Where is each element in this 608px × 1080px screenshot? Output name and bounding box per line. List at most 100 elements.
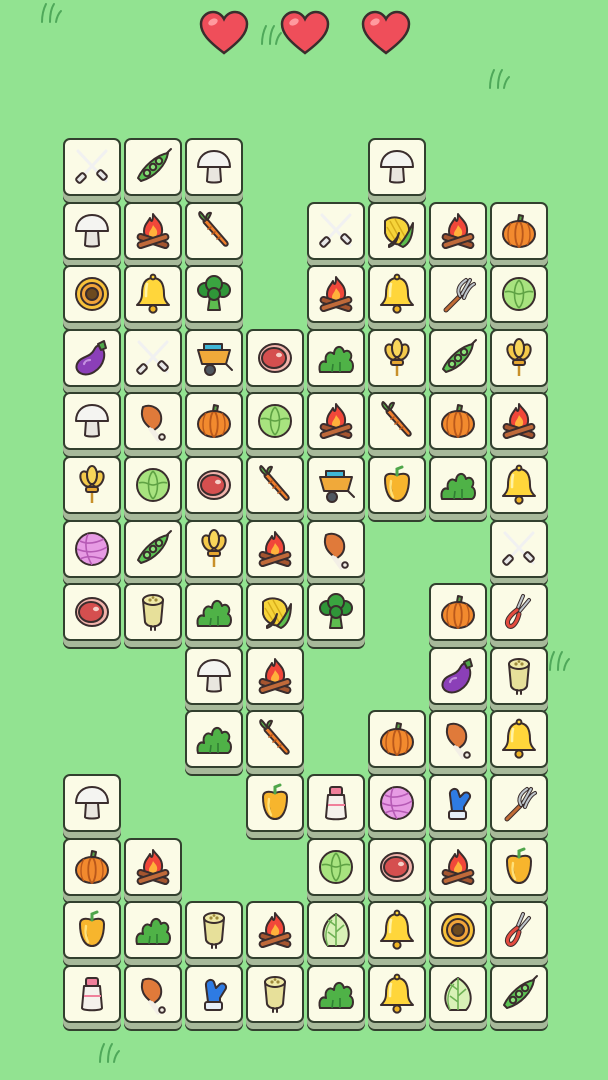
tile-chicken-leg[interactable] [124, 965, 182, 1023]
wheat-icon [375, 336, 419, 380]
napa-cabbage-icon [436, 972, 480, 1016]
tile-eggplant[interactable] [63, 329, 121, 387]
tile-carrot[interactable] [368, 392, 426, 450]
tile-milk-bottle[interactable] [307, 774, 365, 832]
tile-mushroom[interactable] [185, 647, 243, 705]
tile-pumpkin[interactable] [429, 583, 487, 641]
tile-mushroom[interactable] [63, 774, 121, 832]
tile-pumpkin[interactable] [63, 838, 121, 896]
tile-napa-cabbage[interactable] [429, 965, 487, 1023]
tile-napa-cabbage[interactable] [307, 901, 365, 959]
tile-eggplant[interactable] [429, 647, 487, 705]
tile-bush[interactable] [185, 583, 243, 641]
tile-lotus-root[interactable] [124, 583, 182, 641]
tile-pitchfork[interactable] [490, 774, 548, 832]
tile-mitten[interactable] [429, 774, 487, 832]
tile-bell[interactable] [490, 456, 548, 514]
tile-campfire[interactable] [246, 901, 304, 959]
tile-corn[interactable] [246, 583, 304, 641]
tile-bell[interactable] [368, 965, 426, 1023]
tile-pumpkin[interactable] [429, 392, 487, 450]
tile-carrot[interactable] [246, 710, 304, 768]
tile-mitten[interactable] [185, 965, 243, 1023]
tile-fork-knife[interactable] [490, 520, 548, 578]
tile-yarn-ball[interactable] [368, 774, 426, 832]
tile-lotus-root[interactable] [185, 901, 243, 959]
tile-pruning-shears[interactable] [490, 583, 548, 641]
tile-corn[interactable] [368, 202, 426, 260]
tile-wheat[interactable] [368, 329, 426, 387]
tile-bush[interactable] [307, 965, 365, 1023]
tile-pumpkin[interactable] [185, 392, 243, 450]
tile-bell[interactable] [124, 265, 182, 323]
tile-cabbage[interactable] [490, 265, 548, 323]
tile-wheelbarrow[interactable] [307, 456, 365, 514]
tile-pumpkin[interactable] [490, 202, 548, 260]
tile-fork-knife[interactable] [307, 202, 365, 260]
tile-chicken-leg[interactable] [124, 392, 182, 450]
tile-campfire[interactable] [429, 202, 487, 260]
tile-bell-pepper[interactable] [368, 456, 426, 514]
tile-carrot[interactable] [246, 456, 304, 514]
tile-meat[interactable] [185, 456, 243, 514]
tile-meat[interactable] [246, 329, 304, 387]
tile-milk-bottle[interactable] [63, 965, 121, 1023]
tile-pitchfork[interactable] [429, 265, 487, 323]
tile-pea-pod[interactable] [124, 520, 182, 578]
tile-campfire[interactable] [307, 392, 365, 450]
tile-bush[interactable] [307, 329, 365, 387]
lotus-root-icon [131, 590, 175, 634]
tile-pumpkin-slice[interactable] [429, 901, 487, 959]
campfire-icon [253, 908, 297, 952]
tile-bush[interactable] [429, 456, 487, 514]
tile-bell-pepper[interactable] [63, 901, 121, 959]
tile-wheat[interactable] [490, 329, 548, 387]
tile-lotus-root[interactable] [490, 647, 548, 705]
tile-carrot[interactable] [185, 202, 243, 260]
tile-pea-pod[interactable] [429, 329, 487, 387]
tile-campfire[interactable] [246, 647, 304, 705]
tile-mushroom[interactable] [368, 138, 426, 196]
tile-meat[interactable] [63, 583, 121, 641]
tile-campfire[interactable] [124, 202, 182, 260]
tile-campfire[interactable] [124, 838, 182, 896]
tile-bell-pepper[interactable] [490, 838, 548, 896]
tile-bell[interactable] [368, 901, 426, 959]
tile-pruning-shears[interactable] [490, 901, 548, 959]
tile-pea-pod[interactable] [490, 965, 548, 1023]
tile-bell-pepper[interactable] [246, 774, 304, 832]
tile-pea-pod[interactable] [124, 138, 182, 196]
tile-bell[interactable] [490, 710, 548, 768]
tile-bush[interactable] [185, 710, 243, 768]
tile-mushroom[interactable] [185, 138, 243, 196]
tile-meat[interactable] [368, 838, 426, 896]
tile-fork-knife[interactable] [124, 329, 182, 387]
campfire-icon [436, 209, 480, 253]
tile-cabbage[interactable] [307, 838, 365, 896]
tile-cabbage[interactable] [246, 392, 304, 450]
tile-wheat[interactable] [63, 456, 121, 514]
tile-mushroom[interactable] [63, 392, 121, 450]
tile-campfire[interactable] [307, 265, 365, 323]
tile-broccoli[interactable] [307, 583, 365, 641]
tile-wheelbarrow[interactable] [185, 329, 243, 387]
tile-wheat[interactable] [185, 520, 243, 578]
tile-fork-knife[interactable] [63, 138, 121, 196]
tile-bell[interactable] [368, 265, 426, 323]
tile-bush[interactable] [124, 901, 182, 959]
tile-lotus-root[interactable] [246, 965, 304, 1023]
tile-campfire[interactable] [490, 392, 548, 450]
tile-chicken-leg[interactable] [429, 710, 487, 768]
tile-pumpkin-slice[interactable] [63, 265, 121, 323]
tile-campfire[interactable] [246, 520, 304, 578]
tile-campfire[interactable] [429, 838, 487, 896]
wheat-icon [192, 527, 236, 571]
chicken-leg-icon [314, 527, 358, 571]
tile-broccoli[interactable] [185, 265, 243, 323]
tile-cabbage[interactable] [124, 456, 182, 514]
pitchfork-icon [436, 272, 480, 316]
tile-mushroom[interactable] [63, 202, 121, 260]
tile-yarn-ball[interactable] [63, 520, 121, 578]
tile-chicken-leg[interactable] [307, 520, 365, 578]
tile-pumpkin[interactable] [368, 710, 426, 768]
